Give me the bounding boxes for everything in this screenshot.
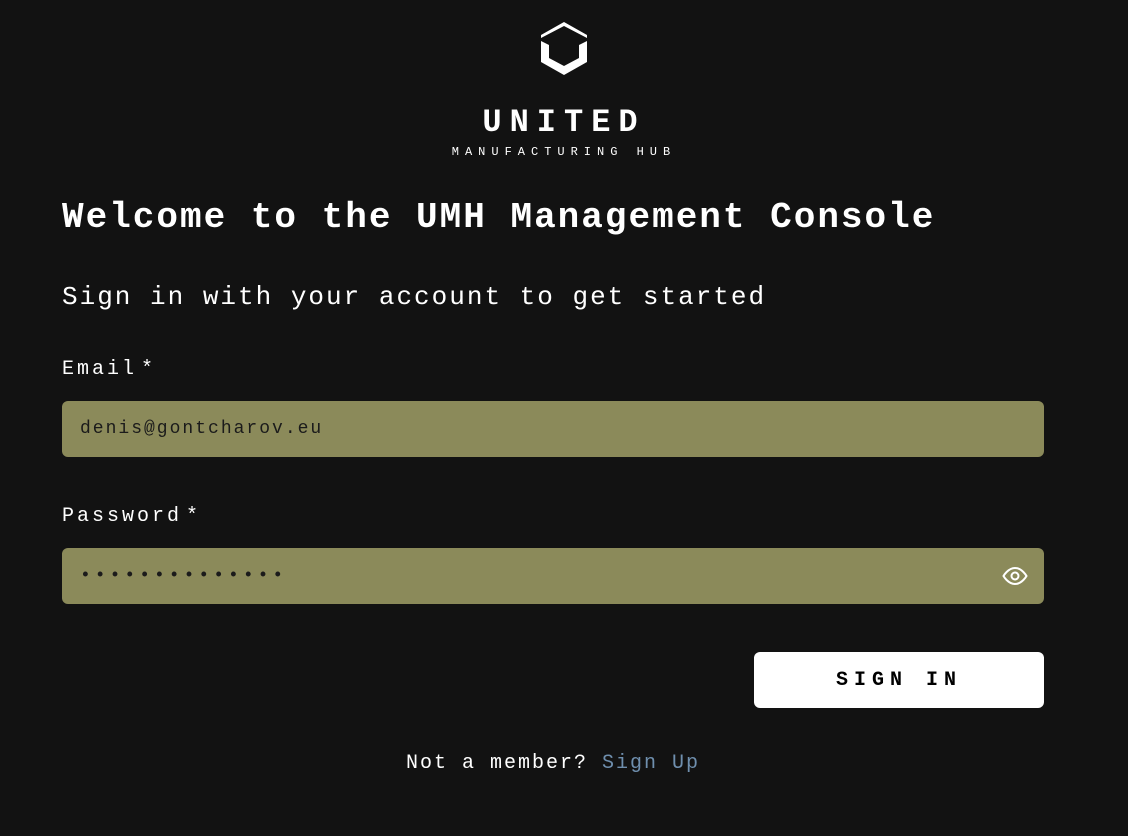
required-mark: * bbox=[186, 505, 201, 528]
page-title: Welcome to the UMH Management Console bbox=[62, 197, 1066, 238]
password-input[interactable] bbox=[62, 548, 1044, 604]
page-subtitle: Sign in with your account to get started bbox=[62, 282, 1066, 312]
logo-subtext: MANUFACTURING HUB bbox=[452, 145, 676, 159]
hexagon-icon bbox=[537, 20, 591, 85]
toggle-password-visibility-button[interactable] bbox=[998, 562, 1032, 590]
signup-prompt-text: Not a member? bbox=[406, 752, 602, 775]
email-input[interactable] bbox=[62, 401, 1044, 457]
logo: UNITED MANUFACTURING HUB bbox=[62, 20, 1066, 159]
email-label: Email* bbox=[62, 358, 1066, 381]
required-mark: * bbox=[141, 358, 156, 381]
email-label-text: Email bbox=[62, 358, 137, 381]
signup-prompt: Not a member? Sign Up bbox=[62, 752, 1044, 775]
logo-brand: UNITED bbox=[482, 107, 645, 139]
sign-up-link[interactable]: Sign Up bbox=[602, 752, 700, 775]
password-label: Password* bbox=[62, 505, 1066, 528]
email-field-group: Email* bbox=[62, 358, 1066, 457]
password-field-group: Password* bbox=[62, 505, 1066, 604]
password-label-text: Password bbox=[62, 505, 182, 528]
eye-icon bbox=[1002, 566, 1028, 586]
sign-in-button[interactable]: SIGN IN bbox=[754, 652, 1044, 708]
